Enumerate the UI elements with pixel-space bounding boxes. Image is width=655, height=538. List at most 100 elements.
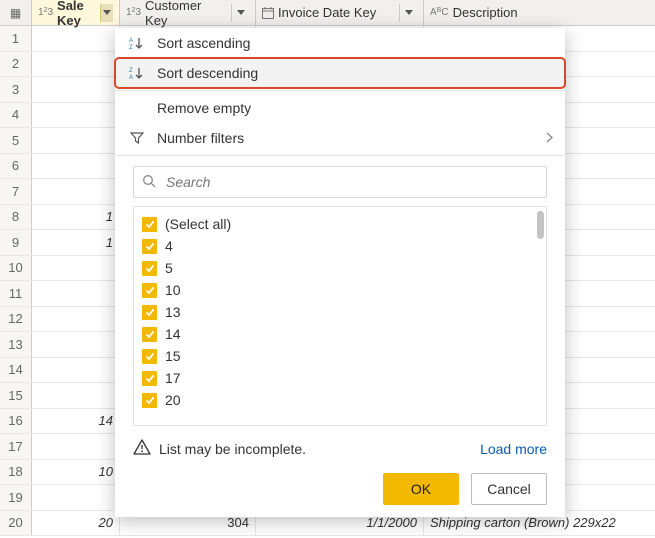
chevron-down-icon [237, 10, 245, 15]
column-label: Invoice Date Key [278, 5, 376, 20]
row-number: 5 [0, 128, 32, 153]
cell-sale-key[interactable]: 1 [32, 230, 120, 255]
cell-sale-key[interactable] [32, 128, 120, 153]
filter-value-item[interactable]: 5 [142, 257, 538, 279]
checkbox-checked-icon[interactable] [142, 239, 157, 254]
cell-sale-key[interactable] [32, 26, 120, 51]
load-more-link[interactable]: Load more [480, 441, 547, 457]
row-number: 15 [0, 383, 32, 408]
row-number: 18 [0, 460, 32, 485]
row-number: 19 [0, 485, 32, 510]
filter-value-item[interactable]: 4 [142, 235, 538, 257]
row-number: 9 [0, 230, 32, 255]
menu-number-filters[interactable]: Number filters [115, 123, 565, 153]
svg-text:A: A [129, 38, 133, 44]
cell-sale-key[interactable] [32, 358, 120, 383]
menu-label: Sort ascending [157, 35, 250, 51]
cell-sale-key[interactable] [32, 154, 120, 179]
cell-sale-key[interactable]: 1 [32, 205, 120, 230]
filter-value-label: (Select all) [165, 216, 231, 232]
cancel-button[interactable]: Cancel [471, 473, 547, 505]
filter-value-item[interactable]: 10 [142, 279, 538, 301]
ok-button[interactable]: OK [383, 473, 459, 505]
column-header-sale-key[interactable]: 123 Sale Key [32, 0, 120, 25]
svg-text:A: A [129, 75, 133, 80]
filter-value-item[interactable]: 15 [142, 345, 538, 367]
scrollbar-thumb[interactable] [537, 211, 544, 239]
row-number: 14 [0, 358, 32, 383]
number-type-icon: 123 [126, 7, 141, 18]
row-number: 8 [0, 205, 32, 230]
column-header-invoice-date-key[interactable]: Invoice Date Key [256, 0, 424, 25]
column-label: Description [453, 5, 518, 20]
filter-value-label: 14 [165, 326, 181, 342]
checkbox-checked-icon[interactable] [142, 217, 157, 232]
filter-value-item[interactable]: 14 [142, 323, 538, 345]
cell-sale-key[interactable] [32, 103, 120, 128]
svg-text:Z: Z [129, 45, 133, 50]
column-dropdown-button[interactable] [100, 4, 113, 22]
cell-sale-key[interactable]: 14 [32, 409, 120, 434]
row-number: 20 [0, 511, 32, 536]
cell-sale-key[interactable] [32, 485, 120, 510]
filter-value-label: 4 [165, 238, 173, 254]
filter-value-label: 15 [165, 348, 181, 364]
menu-sort-descending[interactable]: ZA Sort descending [115, 58, 565, 88]
cell-sale-key[interactable] [32, 307, 120, 332]
chevron-down-icon [405, 10, 413, 15]
table-icon: ▦ [10, 6, 21, 20]
checkbox-checked-icon[interactable] [142, 261, 157, 276]
filter-value-item[interactable]: 17 [142, 367, 538, 389]
checkbox-checked-icon[interactable] [142, 327, 157, 342]
svg-text:Z: Z [129, 68, 133, 74]
row-number: 12 [0, 307, 32, 332]
menu-separator [115, 155, 565, 156]
cell-sale-key[interactable]: 20 [32, 511, 120, 536]
filter-value-list[interactable]: (Select all) 4 5 10 13 14 15 1720 [133, 206, 547, 426]
row-number: 13 [0, 332, 32, 357]
filter-search[interactable] [133, 166, 547, 198]
cell-sale-key[interactable]: 10 [32, 460, 120, 485]
column-header-row: ▦ 123 Sale Key 123 Customer Key Invoice … [0, 0, 655, 26]
checkbox-checked-icon[interactable] [142, 393, 157, 408]
filter-value-label: 5 [165, 260, 173, 276]
row-number: 16 [0, 409, 32, 434]
filter-value-item[interactable]: 20 [142, 389, 538, 411]
column-header-description[interactable]: ABC Description [424, 0, 655, 25]
cell-sale-key[interactable] [32, 332, 120, 357]
checkbox-checked-icon[interactable] [142, 283, 157, 298]
menu-label: Number filters [157, 130, 244, 146]
cell-sale-key[interactable] [32, 52, 120, 77]
number-type-icon: 123 [38, 7, 53, 18]
filter-value-label: 13 [165, 304, 181, 320]
cell-sale-key[interactable] [32, 434, 120, 459]
date-type-icon [262, 7, 274, 19]
column-dropdown-button[interactable] [399, 4, 417, 22]
column-header-customer-key[interactable]: 123 Customer Key [120, 0, 256, 25]
warning-icon [133, 438, 151, 459]
checkbox-checked-icon[interactable] [142, 371, 157, 386]
search-input[interactable] [164, 173, 538, 191]
row-number: 6 [0, 154, 32, 179]
cell-sale-key[interactable] [32, 77, 120, 102]
chevron-right-icon [546, 130, 553, 146]
row-number: 1 [0, 26, 32, 51]
checkbox-checked-icon[interactable] [142, 349, 157, 364]
filter-icon [127, 131, 147, 145]
checkbox-checked-icon[interactable] [142, 305, 157, 320]
cell-sale-key[interactable] [32, 281, 120, 306]
row-number: 17 [0, 434, 32, 459]
menu-remove-empty[interactable]: Remove empty [115, 93, 565, 123]
cell-sale-key[interactable] [32, 383, 120, 408]
cell-sale-key[interactable] [32, 179, 120, 204]
filter-value-item[interactable]: (Select all) [142, 213, 538, 235]
column-dropdown-button[interactable] [231, 4, 249, 22]
search-icon [142, 174, 156, 191]
menu-label: Remove empty [157, 100, 251, 116]
sort-asc-icon: AZ [127, 36, 147, 50]
filter-value-item[interactable]: 13 [142, 301, 538, 323]
cell-sale-key[interactable] [32, 256, 120, 281]
incomplete-label: List may be incomplete. [159, 441, 306, 457]
menu-sort-ascending[interactable]: AZ Sort ascending [115, 28, 565, 58]
column-label: Sale Key [57, 0, 96, 28]
